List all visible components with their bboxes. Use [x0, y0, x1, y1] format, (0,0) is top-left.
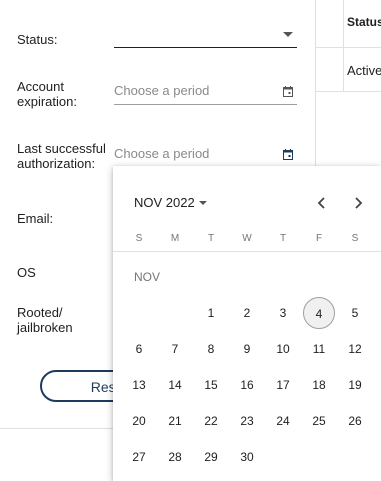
- last-auth-label: Last successful authorization:: [17, 141, 106, 171]
- rooted-label: Rooted/ jailbroken: [17, 305, 73, 335]
- calendar-day[interactable]: 25: [303, 405, 335, 437]
- dropdown-arrow-icon: [283, 32, 293, 37]
- calendar-day[interactable]: 15: [195, 369, 227, 401]
- calendar-day[interactable]: 18: [303, 369, 335, 401]
- weekday-thu: T: [279, 233, 287, 244]
- weekday-mon: M: [170, 233, 180, 244]
- os-label: OS: [17, 265, 36, 280]
- account-expiration-placeholder: Choose a period: [114, 83, 210, 98]
- weekday-tue: T: [207, 233, 215, 244]
- calendar-day[interactable]: 9: [231, 333, 263, 365]
- calendar-day[interactable]: 12: [339, 333, 371, 365]
- status-label: Status:: [17, 32, 58, 47]
- calendar-day[interactable]: 3: [267, 297, 299, 329]
- calendar-day[interactable]: 13: [123, 369, 155, 401]
- table-column-separator: [343, 0, 344, 92]
- dropdown-arrow-icon[interactable]: [199, 201, 207, 205]
- last-auth-field[interactable]: Choose a period: [114, 143, 297, 168]
- chevron-right-icon[interactable]: [348, 193, 368, 213]
- email-label: Email:: [17, 211, 54, 226]
- calendar-day[interactable]: 8: [195, 333, 227, 365]
- chevron-left-icon[interactable]: [312, 193, 332, 213]
- calendar-divider: [113, 251, 381, 252]
- account-expiration-field[interactable]: Choose a period: [114, 80, 297, 105]
- calendar-day[interactable]: 29: [195, 441, 227, 473]
- status-select[interactable]: [114, 23, 297, 48]
- calendar-day[interactable]: 23: [231, 405, 263, 437]
- weekday-fri: F: [315, 233, 323, 244]
- calendar-day[interactable]: 5: [339, 297, 371, 329]
- calendar-day[interactable]: 21: [159, 405, 191, 437]
- account-expiration-label: Account expiration:: [17, 79, 77, 109]
- calendar-day[interactable]: 28: [159, 441, 191, 473]
- calendar-icon[interactable]: [283, 86, 293, 97]
- calendar-day[interactable]: 22: [195, 405, 227, 437]
- month-label: NOV: [134, 270, 161, 284]
- calendar-day[interactable]: 26: [339, 405, 371, 437]
- calendar-day[interactable]: 16: [231, 369, 263, 401]
- weekday-sat: S: [351, 233, 359, 244]
- calendar-day[interactable]: 10: [267, 333, 299, 365]
- calendar-day[interactable]: 4: [303, 297, 335, 329]
- last-auth-placeholder: Choose a period: [114, 146, 210, 161]
- calendar-day[interactable]: 30: [231, 441, 263, 473]
- calendar-day[interactable]: 19: [339, 369, 371, 401]
- calendar-day[interactable]: 2: [231, 297, 263, 329]
- calendar-day[interactable]: 7: [159, 333, 191, 365]
- column-header-status[interactable]: Status: [347, 15, 381, 29]
- calendar-icon[interactable]: [283, 149, 293, 160]
- weekday-wed: W: [242, 233, 252, 244]
- calendar-day[interactable]: 17: [267, 369, 299, 401]
- status-cell: Active: [347, 63, 381, 78]
- calendar-day[interactable]: 24: [267, 405, 299, 437]
- calendar-day[interactable]: 27: [123, 441, 155, 473]
- calendar-day[interactable]: 1: [195, 297, 227, 329]
- period-selector[interactable]: NOV 2022: [134, 195, 195, 210]
- calendar-day[interactable]: 14: [159, 369, 191, 401]
- calendar-day[interactable]: 6: [123, 333, 155, 365]
- date-picker-popup: NOV 2022 S M T W T F S NOV 1 2 3 4 5 6 7 8 9 10 11…: [113, 166, 381, 481]
- calendar-day[interactable]: 20: [123, 405, 155, 437]
- calendar-day[interactable]: 11: [303, 333, 335, 365]
- weekday-sun: S: [135, 233, 143, 244]
